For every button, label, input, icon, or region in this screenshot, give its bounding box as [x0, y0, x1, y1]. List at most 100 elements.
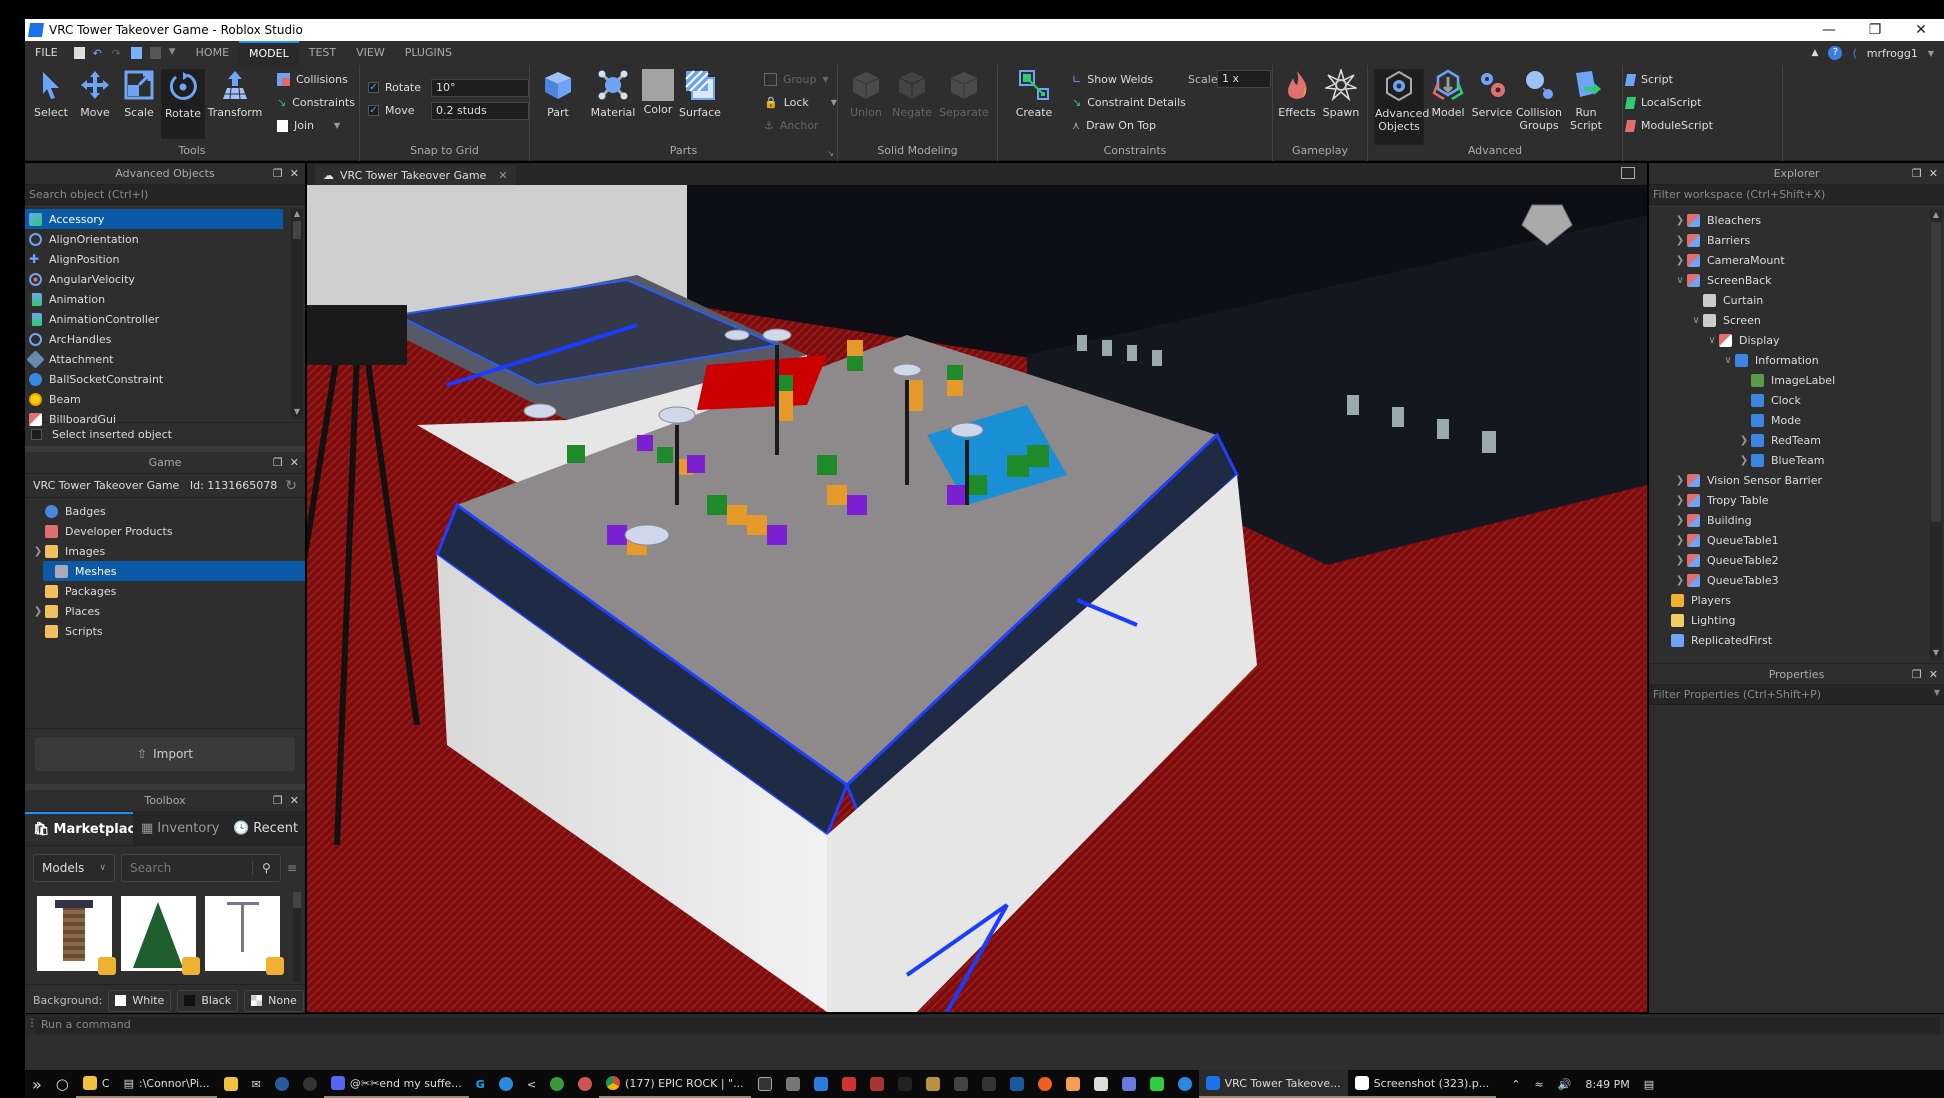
- move-snap-checkbox[interactable]: ✓: [368, 105, 379, 116]
- close-button[interactable]: ✕: [1898, 22, 1944, 38]
- service-button[interactable]: Service: [1470, 69, 1514, 119]
- game-item-packages[interactable]: Packages: [25, 581, 305, 601]
- app-icon-2[interactable]: [779, 1070, 807, 1098]
- game-item-meshes[interactable]: Meshes: [43, 561, 305, 581]
- explorer-item-screenback[interactable]: ∨ ScreenBack: [1649, 270, 1944, 290]
- back-arrow-icon[interactable]: <: [520, 1070, 543, 1098]
- expand-arrow-icon[interactable]: ❯: [31, 606, 45, 617]
- constraint-details-toggle[interactable]: ↘ Constraint Details: [1072, 96, 1186, 109]
- constraints-toggle[interactable]: ↘ Constraints: [277, 96, 355, 109]
- parts-settings-icon[interactable]: ↘: [827, 149, 834, 158]
- transform-tool[interactable]: Transform: [207, 69, 263, 119]
- explorer-item-information[interactable]: ∨ Information: [1649, 350, 1944, 370]
- undock-icon[interactable]: ❐: [273, 167, 283, 180]
- expand-arrow-icon[interactable]: ❯: [1673, 495, 1687, 506]
- rotate-snap-checkbox[interactable]: ✓: [368, 82, 379, 93]
- list-item-animationcontroller[interactable]: AnimationController: [25, 309, 305, 329]
- collapse-arrow-icon[interactable]: ∨: [1673, 275, 1687, 286]
- collisions-toggle[interactable]: Collisions: [277, 73, 348, 86]
- minimize-button[interactable]: —: [1806, 22, 1852, 38]
- list-item-ballsocketconstraint[interactable]: BallSocketConstraint: [25, 369, 305, 389]
- rotate-snap-toggle[interactable]: ✓ Rotate: [368, 81, 421, 94]
- command-input[interactable]: Run a command: [35, 1017, 1940, 1034]
- tab-home[interactable]: HOME: [186, 41, 239, 65]
- explorer-item-lighting[interactable]: Lighting: [1649, 610, 1944, 630]
- surface-button[interactable]: Surface: [678, 69, 722, 119]
- app-icon-1[interactable]: [751, 1070, 779, 1098]
- refresh-icon[interactable]: ↻: [285, 478, 297, 494]
- search-icon[interactable]: ⚲: [251, 861, 280, 875]
- select-tool[interactable]: Select: [29, 69, 73, 119]
- move-tool[interactable]: Move: [73, 69, 117, 119]
- group-button[interactable]: Group ▼: [764, 73, 829, 86]
- category-dropdown[interactable]: Models ∨: [33, 854, 115, 882]
- expand-arrow-icon[interactable]: ❯: [31, 546, 45, 557]
- undock-icon[interactable]: ❐: [1912, 167, 1922, 180]
- tab-game-place[interactable]: ☁ VRC Tower Takeover Game ✕: [315, 165, 516, 185]
- obs-icon[interactable]: [296, 1070, 324, 1098]
- run-script-button[interactable]: Run Script: [1564, 69, 1608, 132]
- toolbox-item-watchtower[interactable]: [37, 896, 116, 975]
- taskbar-chrome[interactable]: (177) EPIC ROCK | "...: [599, 1070, 751, 1098]
- expand-arrow-icon[interactable]: ❯: [1673, 235, 1687, 246]
- model-button[interactable]: Model: [1426, 69, 1470, 119]
- expand-arrow-icon[interactable]: ❯: [1673, 555, 1687, 566]
- close-tab-icon[interactable]: ✕: [498, 169, 507, 182]
- publish-icon[interactable]: [130, 47, 142, 59]
- taskbar-roblox-studio[interactable]: VRC Tower Takeove...: [1198, 1070, 1348, 1098]
- app-icon-10[interactable]: [1003, 1070, 1031, 1098]
- material-button[interactable]: Material: [588, 69, 638, 119]
- toolbox-item-street-lamp[interactable]: [205, 896, 284, 975]
- app-icon-9[interactable]: [975, 1070, 1003, 1098]
- explorer-item-building[interactable]: ❯ Building: [1649, 510, 1944, 530]
- game-scene[interactable]: [307, 185, 1647, 1012]
- help-icon[interactable]: ?: [1828, 46, 1843, 60]
- explorer-scrollbar[interactable]: ▲ ▼: [1930, 210, 1942, 660]
- explorer-item-queuetable3[interactable]: ❯ QueueTable3: [1649, 570, 1944, 590]
- rotate-tool[interactable]: Rotate: [161, 69, 205, 139]
- explorer-item-queuetable1[interactable]: ❯ QueueTable1: [1649, 530, 1944, 550]
- explorer-item-clock[interactable]: Clock: [1649, 390, 1944, 410]
- steam-icon[interactable]: [268, 1070, 296, 1098]
- app-icon-4[interactable]: [835, 1070, 863, 1098]
- facetime-icon[interactable]: [1143, 1070, 1171, 1098]
- separate-button[interactable]: Separate: [936, 69, 992, 119]
- app-icon-6[interactable]: [891, 1070, 919, 1098]
- anchor-button[interactable]: ⚓ Anchor: [764, 119, 819, 132]
- import-button[interactable]: ⇧ Import: [35, 737, 295, 771]
- explorer-item-imagelabel[interactable]: ImageLabel: [1649, 370, 1944, 390]
- rotate-snap-input[interactable]: 10°: [431, 79, 529, 97]
- background-black-button[interactable]: Black: [177, 989, 239, 1012]
- expand-arrow-icon[interactable]: ❯: [1673, 475, 1687, 486]
- tab-view[interactable]: VIEW: [346, 41, 395, 65]
- close-icon[interactable]: ✕: [290, 794, 299, 807]
- list-item-animation[interactable]: Animation: [25, 289, 305, 309]
- customize-icon[interactable]: ▼: [169, 47, 180, 59]
- mail-icon[interactable]: ✉: [245, 1070, 268, 1098]
- advanced-objects-button[interactable]: Advanced Objects: [1374, 69, 1429, 145]
- background-white-button[interactable]: White: [108, 989, 172, 1012]
- undock-icon[interactable]: ❐: [1912, 668, 1922, 681]
- expand-arrow-icon[interactable]: ❯: [1673, 215, 1687, 226]
- expand-arrow-icon[interactable]: ❯: [1673, 535, 1687, 546]
- app-icon-11[interactable]: [1059, 1070, 1087, 1098]
- user-name[interactable]: mrfrogg1: [1867, 47, 1918, 60]
- user-dropdown-icon[interactable]: ▼: [1928, 49, 1934, 58]
- tab-model[interactable]: MODEL: [239, 41, 299, 65]
- expand-arrow-icon[interactable]: ❯: [1673, 255, 1687, 266]
- 3d-viewport[interactable]: [307, 185, 1647, 1012]
- explorer-item-vision-sensor-barrier[interactable]: ❯ Vision Sensor Barrier: [1649, 470, 1944, 490]
- game-item-places[interactable]: ❯ Places: [25, 601, 305, 621]
- undock-icon[interactable]: ❐: [273, 456, 283, 469]
- app-icon-8[interactable]: [947, 1070, 975, 1098]
- volume-icon[interactable]: 🔊: [1551, 1070, 1579, 1098]
- filter-properties-input[interactable]: Filter Properties (Ctrl+Shift+P) ▼: [1649, 685, 1944, 705]
- undo-icon[interactable]: ↶: [93, 47, 104, 60]
- close-icon[interactable]: ✕: [1929, 668, 1938, 681]
- restore-button[interactable]: ❐: [1852, 22, 1898, 38]
- toolbox-search-input[interactable]: Search ⚲: [121, 854, 281, 882]
- explorer-item-curtain[interactable]: Curtain: [1649, 290, 1944, 310]
- explorer-item-screen[interactable]: ∨ Screen: [1649, 310, 1944, 330]
- taskbar-file-explorer[interactable]: C: [75, 1070, 117, 1098]
- cortana-icon[interactable]: ○: [49, 1070, 76, 1098]
